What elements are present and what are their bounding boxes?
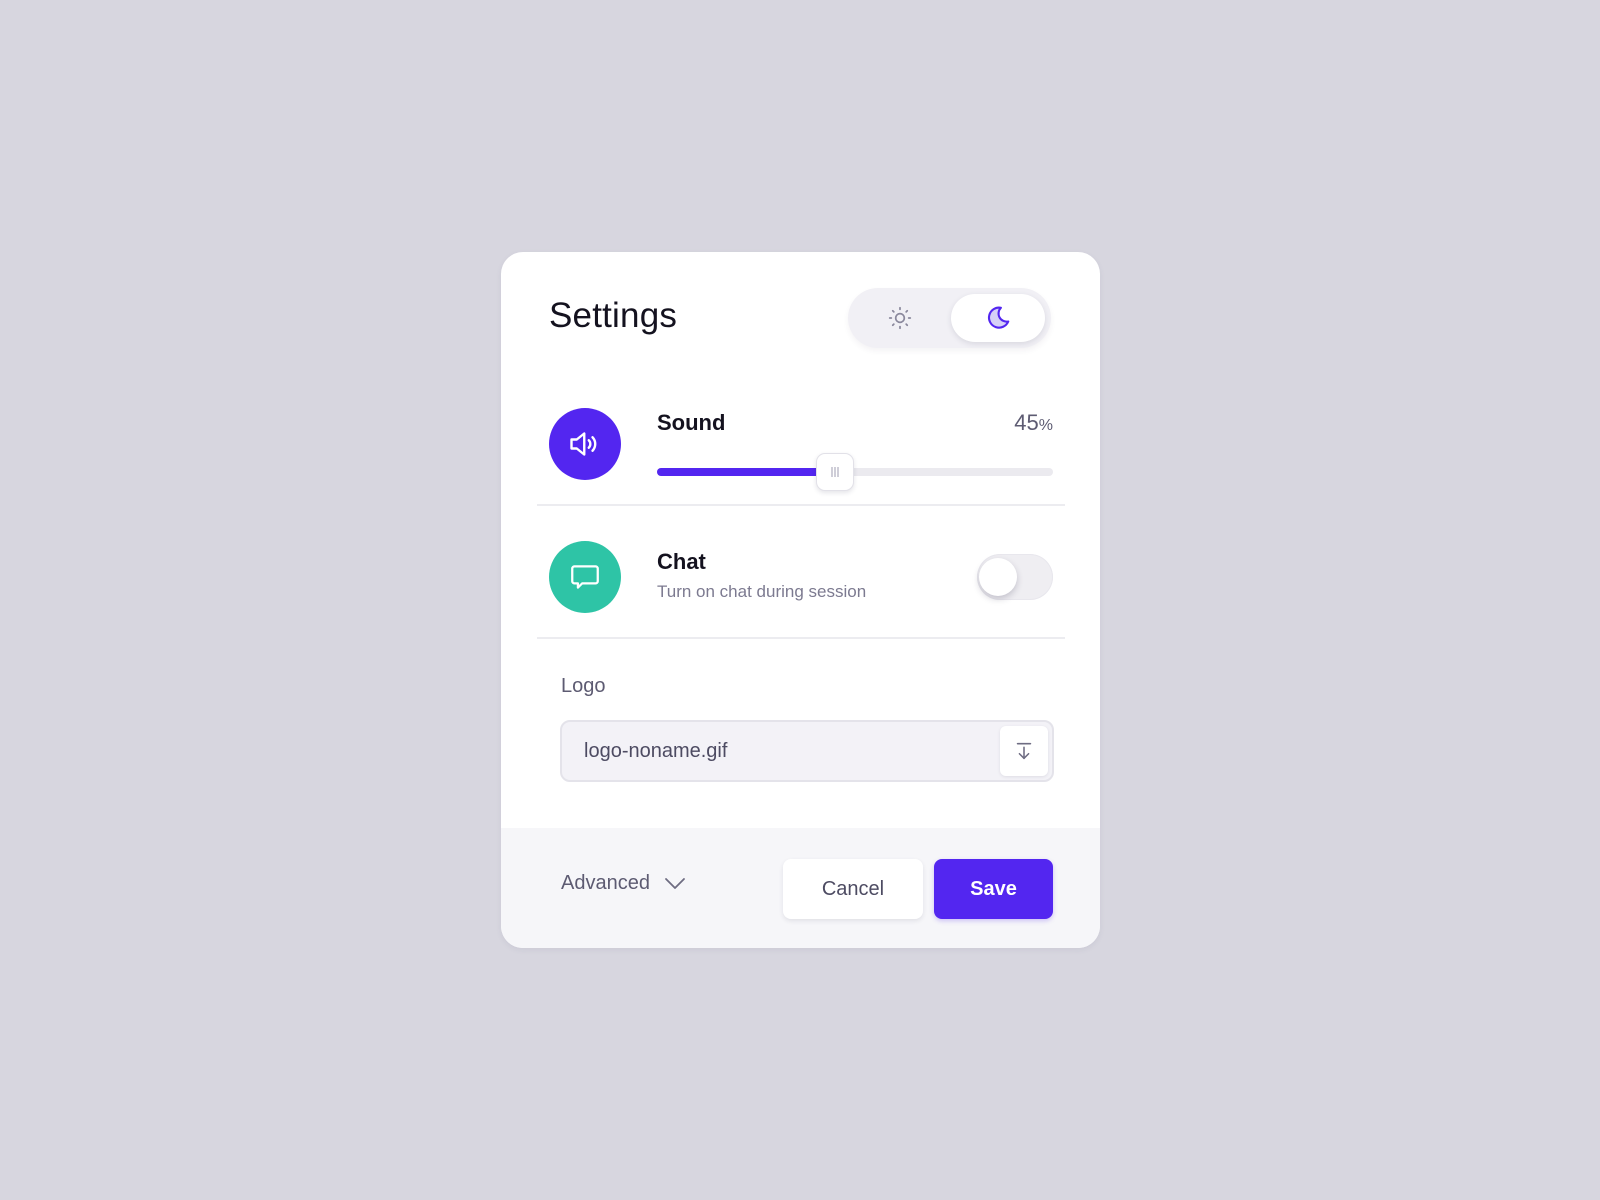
sound-icon-badge — [549, 408, 621, 480]
sun-icon — [888, 306, 912, 330]
dialog-title: Settings — [549, 296, 678, 335]
theme-option-dark[interactable] — [951, 294, 1045, 342]
sound-label: Sound — [657, 410, 726, 435]
slider-thumb[interactable] — [816, 453, 854, 491]
grip-icon — [831, 467, 839, 477]
chevron-down-icon — [665, 877, 685, 889]
upload-icon — [1016, 742, 1032, 760]
sound-value-number: 45 — [1014, 410, 1039, 435]
dialog-footer: Advanced Cancel Save — [501, 828, 1100, 948]
chat-toggle[interactable] — [977, 554, 1053, 600]
slider-fill — [657, 468, 835, 476]
theme-option-light[interactable] — [854, 294, 946, 342]
chat-icon-badge — [549, 541, 621, 613]
moon-icon — [987, 306, 1010, 329]
logo-label: Logo — [561, 675, 606, 697]
divider — [537, 504, 1065, 506]
advanced-toggle[interactable]: Advanced — [561, 872, 686, 895]
advanced-label: Advanced — [561, 872, 650, 894]
save-button[interactable]: Save — [934, 859, 1053, 919]
sound-value: 45% — [1014, 410, 1053, 436]
cancel-button[interactable]: Cancel — [783, 859, 923, 919]
sound-value-unit: % — [1038, 417, 1053, 434]
chat-label: Chat — [657, 549, 706, 574]
logo-file-field — [560, 720, 1054, 782]
speaker-icon — [570, 432, 597, 456]
settings-dialog: Settings Sound 45% Chat Turn on chat dur… — [501, 252, 1100, 948]
theme-toggle — [848, 288, 1051, 348]
logo-file-input[interactable] — [584, 722, 984, 780]
chat-bubble-icon — [571, 565, 599, 589]
divider — [537, 637, 1065, 639]
upload-button[interactable] — [1000, 726, 1048, 776]
sound-slider[interactable] — [657, 453, 1053, 491]
chat-description: Turn on chat during session — [657, 582, 867, 601]
toggle-knob — [979, 558, 1017, 596]
